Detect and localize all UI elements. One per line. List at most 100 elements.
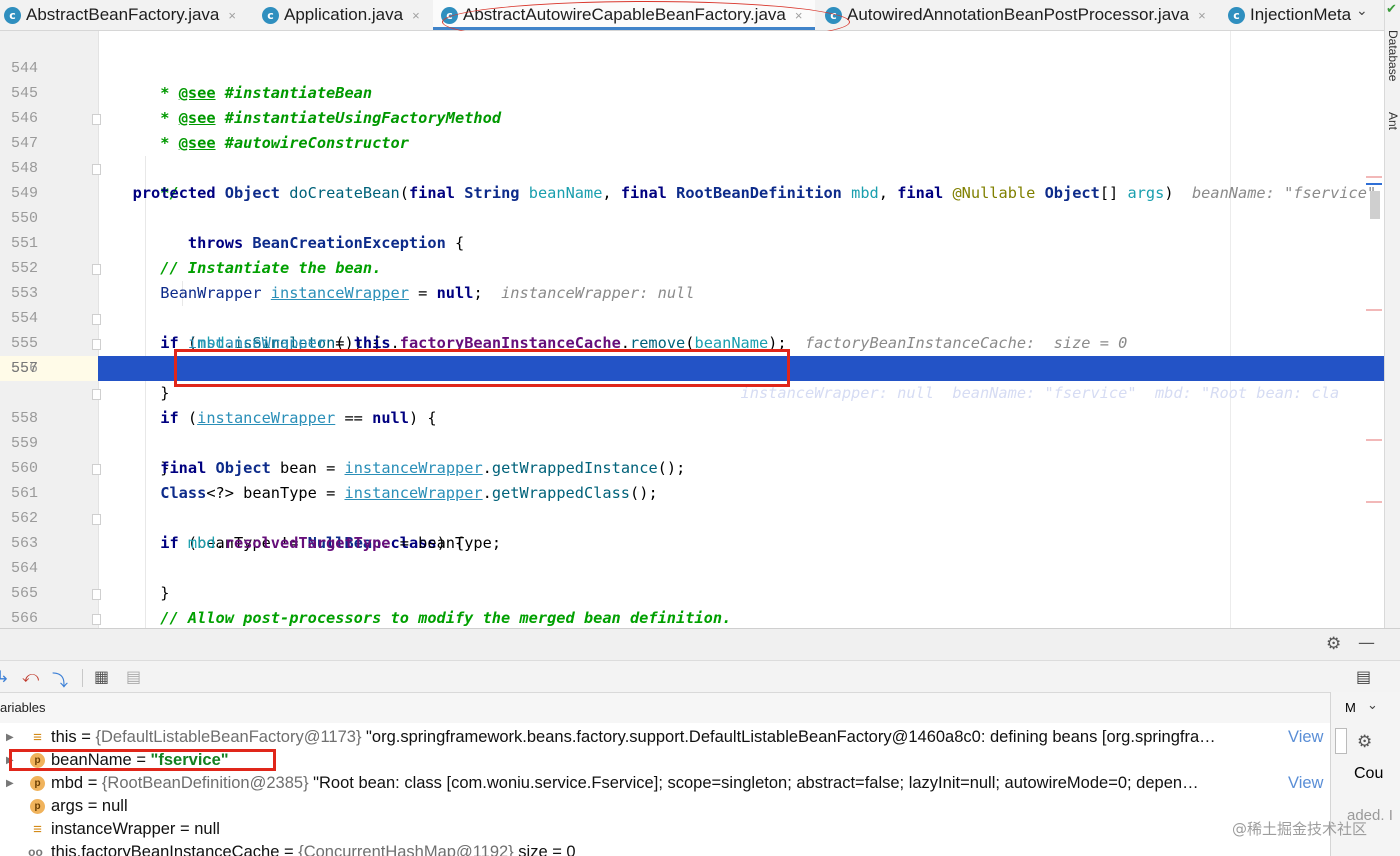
count-label: Cou <box>1354 765 1384 782</box>
close-icon[interactable]: × <box>412 8 420 23</box>
right-tool-strip: ✔ Database Ant <box>1384 0 1400 632</box>
code-line: 563 } <box>0 506 1384 602</box>
variable-ref: {DefaultListableBeanFactory@1173} <box>95 728 362 746</box>
class-icon: c <box>4 6 21 24</box>
class-icon: c <box>262 6 279 24</box>
fold-marker[interactable] <box>92 114 101 125</box>
variable-row[interactable]: ≡ instanceWrapper = null <box>0 818 1330 841</box>
watch-icon: oo <box>28 845 43 856</box>
variable-value: null <box>194 820 220 838</box>
tab-label: AutowiredAnnotationBeanPostProcessor.jav… <box>847 5 1190 24</box>
step-icon[interactable]: ↳ <box>0 667 9 686</box>
drop-frame-icon[interactable]: ⤺ <box>22 667 39 687</box>
fold-marker[interactable] <box>92 614 101 625</box>
close-icon[interactable]: × <box>228 8 236 23</box>
variable-name: this <box>51 728 77 746</box>
layout-icon[interactable]: ▤ <box>1356 667 1371 686</box>
code-line: 550 <box>0 181 1384 227</box>
code-line: 554 instanceWrapper = this.factoryBeanIn… <box>0 281 1384 352</box>
code-line: 552 BeanWrapper instanceWrapper = null; … <box>0 231 1384 302</box>
equals-sign: = <box>83 797 102 815</box>
watermark: @稀土掘金技术社区 <box>1232 820 1368 838</box>
fold-marker[interactable] <box>92 264 101 275</box>
variable-row[interactable]: ▶ ≡ this = {DefaultListableBeanFactory@1… <box>0 726 1330 749</box>
code-line: 547 */ <box>0 106 1384 202</box>
fold-marker[interactable] <box>92 464 101 475</box>
debug-panel-header: ⚙ — <box>0 628 1400 661</box>
scroll-marker <box>1366 176 1382 178</box>
field-icon: ≡ <box>33 729 42 746</box>
tab-label: InjectionMeta <box>1250 5 1352 24</box>
debug-toolbar: ↳ ⤺ ⤵ ▦ ▤ ▤ <box>0 660 1400 693</box>
check-icon: ✔ <box>1386 2 1397 17</box>
chevron-down-icon[interactable]: ⌄ <box>1367 698 1378 713</box>
trace-icon[interactable]: ▤ <box>126 667 141 686</box>
tab-label: AbstractBeanFactory.java <box>26 5 220 24</box>
gear-icon[interactable]: ⚙ <box>1326 634 1341 654</box>
variable-row[interactable]: p args = null <box>0 795 1330 818</box>
fold-marker[interactable] <box>92 339 101 350</box>
fold-marker[interactable] <box>92 514 101 525</box>
variable-name: instanceWrapper <box>51 820 176 838</box>
variable-ref: {ConcurrentHashMap@1192} <box>298 843 514 856</box>
scroll-marker <box>1366 309 1382 311</box>
view-link[interactable]: View <box>1288 772 1323 795</box>
fold-marker[interactable] <box>92 389 101 400</box>
variable-name: mbd <box>51 774 84 792</box>
variables-title: ariables <box>0 700 46 715</box>
variables-tree[interactable]: ▶ ≡ this = {DefaultListableBeanFactory@1… <box>0 723 1330 856</box>
code-line: 546 * @see #autowireConstructor <box>0 81 1384 152</box>
variable-value: size = 0 <box>513 843 576 856</box>
expand-arrow-icon[interactable]: ▶ <box>6 772 14 795</box>
fold-marker[interactable] <box>92 314 101 325</box>
database-tool-tab[interactable]: Database <box>1386 30 1400 81</box>
expand-arrow-icon[interactable]: ▶ <box>6 726 14 749</box>
editor-scrollbar-markers[interactable] <box>1366 31 1384 628</box>
scroll-thumb[interactable] <box>1370 191 1380 219</box>
code-line: 565 // Allow post-processors to modify t… <box>0 556 1384 627</box>
tab-application[interactable]: c Application.java × <box>262 0 420 30</box>
table-icon[interactable]: ▦ <box>94 667 109 686</box>
tab-autowired-annotation-bean-post-processor[interactable]: c AutowiredAnnotationBeanPostProcessor.j… <box>825 0 1206 30</box>
code-line: 564 <box>0 531 1384 577</box>
view-link[interactable]: View <box>1288 726 1323 749</box>
variable-value: null <box>101 797 128 815</box>
gear-icon[interactable]: ⚙ <box>1357 732 1372 752</box>
chevron-down-icon[interactable]: ⌄ <box>1356 3 1368 19</box>
minimize-icon[interactable]: — <box>1358 633 1375 653</box>
tab-injection-metadata[interactable]: c InjectionMeta <box>1228 0 1351 30</box>
code-line: 559 final Object bean = instanceWrapper.… <box>0 406 1384 477</box>
panel-scroll-box <box>1335 728 1347 754</box>
variable-row[interactable]: ▶ p mbd = {RootBeanDefinition@2385} "Roo… <box>0 772 1330 795</box>
fold-marker[interactable] <box>92 589 101 600</box>
panel-tab-label[interactable]: M <box>1345 700 1356 715</box>
code-line: 566 synchronized (mbd.postProcessingLock… <box>0 581 1384 627</box>
code-line: 545 * @see #instantiateUsingFactoryMetho… <box>0 56 1384 127</box>
scroll-marker <box>1366 501 1382 503</box>
code-line: 553 if (mbd.isSingleton()) { <box>0 256 1384 352</box>
ant-tool-tab[interactable]: Ant <box>1386 112 1400 130</box>
variable-row[interactable]: oo this.factoryBeanInstanceCache = {Conc… <box>0 841 1330 856</box>
scroll-marker <box>1366 183 1382 185</box>
variables-header: ariables <box>0 692 1330 724</box>
code-line: 549 throws BeanCreationException { <box>0 156 1384 252</box>
line-highlight-annotation <box>174 349 790 387</box>
scroll-marker <box>1366 439 1382 441</box>
field-icon: ≡ <box>33 821 42 838</box>
variable-value: "org.springframework.beans.factory.suppo… <box>361 728 1216 746</box>
variable-value: "Root bean: class [com.woniu.service.Fse… <box>308 774 1199 792</box>
close-icon[interactable]: × <box>1198 8 1206 23</box>
equals-sign: = <box>279 843 299 856</box>
class-icon: c <box>1228 6 1245 24</box>
code-line: 567 if (!mbd.postProcessed) { <box>0 606 1384 628</box>
variable-highlight-annotation <box>9 749 276 771</box>
run-to-cursor-icon[interactable]: ⤵ <box>52 667 68 691</box>
toolbar-separator <box>82 669 83 687</box>
equals-sign: = <box>76 728 96 746</box>
code-line: 560 Class<?> beanType = instanceWrapper.… <box>0 431 1384 502</box>
fold-marker[interactable] <box>92 164 101 175</box>
code-editor[interactable]: 544 * @see #instantiateBean 545 * @see #… <box>0 31 1384 628</box>
code-line: 544 * @see #instantiateBean <box>0 31 1384 102</box>
parameter-icon: p <box>30 799 45 814</box>
tab-abstract-bean-factory[interactable]: c AbstractBeanFactory.java × <box>4 0 236 30</box>
